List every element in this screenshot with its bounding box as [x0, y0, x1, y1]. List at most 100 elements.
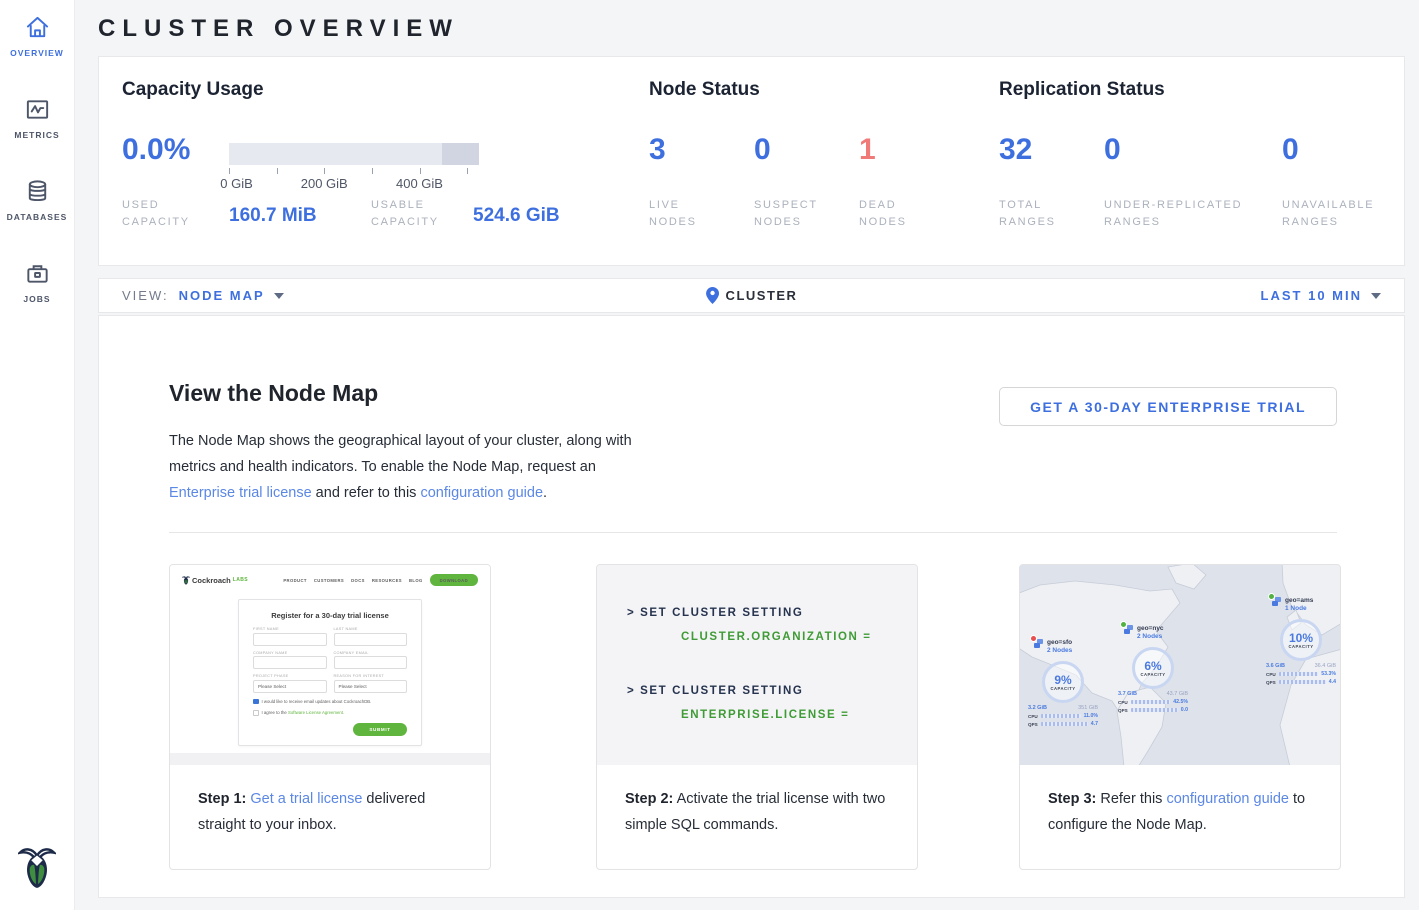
sidebar-item-metrics[interactable]: METRICS — [0, 96, 75, 178]
capacity-percent: 0.0% — [122, 133, 190, 167]
metrics-icon — [24, 96, 51, 123]
live-nodes-label: LIVENODES — [649, 197, 759, 231]
enterprise-trial-license-link[interactable]: Enterprise trial license — [169, 485, 312, 501]
replication-status-title: Replication Status — [999, 79, 1165, 101]
screenshot-input — [253, 633, 327, 646]
step-3-node-map-preview: geo=sfo2 Nodes 9%CAPACITY 3.2 GiB351 GiB… — [1020, 565, 1340, 765]
suspect-nodes-value: 0 — [754, 133, 771, 167]
sidebar: OVERVIEW METRICS DATABASES JOBS — [0, 0, 75, 910]
cluster-breadcrumb-label: CLUSTER — [726, 288, 798, 303]
time-range-dropdown[interactable]: LAST 10 MIN — [1261, 288, 1404, 303]
capacity-usage-title: Capacity Usage — [122, 79, 264, 101]
screenshot-brand: Cockroach LABS — [182, 575, 248, 585]
sidebar-item-label: METRICS — [14, 130, 59, 140]
screenshot-download-button: DOWNLOAD — [430, 574, 478, 586]
step-3-card: geo=sfo2 Nodes 9%CAPACITY 3.2 GiB351 GiB… — [1019, 564, 1341, 870]
map-node-sfo: geo=sfo2 Nodes — [1034, 639, 1072, 655]
section-heading: View the Node Map — [169, 380, 378, 407]
screenshot-input — [334, 656, 408, 669]
view-value: NODE MAP — [179, 288, 265, 303]
step-2-sql-block: > SET CLUSTER SETTING CLUSTER.ORGANIZATI… — [597, 565, 917, 765]
axis-tick-label: 200 GiB — [301, 176, 348, 191]
briefcase-icon — [24, 260, 51, 287]
sidebar-item-databases[interactable]: DATABASES — [0, 178, 75, 260]
screenshot-checkbox-empty — [253, 710, 259, 716]
capacity-bar-chart: 0 GiB 200 GiB 400 GiB — [229, 143, 479, 192]
unavailable-ranges-value: 0 — [1282, 133, 1299, 167]
screenshot-checkbox-checked — [253, 699, 259, 705]
capacity-bar — [229, 143, 479, 165]
axis-tick-label: 0 GiB — [220, 176, 253, 191]
sidebar-item-overview[interactable]: OVERVIEW — [0, 14, 75, 96]
cluster-summary-card: Capacity Usage 0.0% 0 GiB 200 GiB 400 Gi… — [98, 56, 1405, 266]
location-pin-icon — [706, 287, 719, 304]
map-gauge-sfo: 9%CAPACITY 3.2 GiB351 GiB CPU11.0% QPS4.… — [1026, 661, 1100, 727]
screenshot-select: Please Select — [334, 680, 408, 693]
screenshot-nav: PRODUCT CUSTOMERS DOCS RESOURCES BLOG DO… — [283, 574, 478, 586]
screenshot-input — [253, 656, 327, 669]
get-trial-license-link[interactable]: Get a trial license — [250, 791, 362, 807]
total-ranges-label: TOTALRANGES — [999, 197, 1109, 231]
capacity-axis-labels: 0 GiB 200 GiB 400 GiB — [229, 176, 479, 192]
dead-nodes-label: DEADNODES — [859, 197, 969, 231]
sql-setting: ENTERPRISE.LICENSE = — [681, 709, 849, 721]
usable-capacity-value: 524.6 GiB — [473, 205, 560, 227]
total-ranges-value: 32 — [999, 133, 1032, 167]
step-2-caption: Step 2: Activate the trial license with … — [597, 765, 917, 838]
view-bar: VIEW: NODE MAP CLUSTER LAST 10 MIN — [98, 278, 1405, 313]
main-content: CLUSTER OVERVIEW Capacity Usage 0.0% 0 G… — [75, 0, 1419, 910]
screenshot-submit-button: SUBMIT — [353, 723, 407, 736]
node-status-title: Node Status — [649, 79, 760, 101]
sql-setting: CLUSTER.ORGANIZATION = — [681, 631, 872, 643]
status-dot-green — [1120, 621, 1127, 628]
step-3-caption: Step 3: Refer this configuration guide t… — [1020, 765, 1340, 838]
section-description: The Node Map shows the geographical layo… — [169, 428, 644, 506]
map-gauge-ams: 10%CAPACITY 3.6 GiB36.4 GiB CPU53.3% QPS… — [1264, 619, 1338, 685]
screenshot-site-header: Cockroach LABS PRODUCT CUSTOMERS DOCS RE… — [170, 565, 490, 586]
cockroach-bug-icon — [182, 575, 190, 585]
sql-prompt: > SET CLUSTER SETTING — [627, 607, 803, 619]
used-capacity-label: USED CAPACITY — [122, 197, 232, 231]
used-capacity-value: 160.7 MiB — [229, 205, 317, 227]
database-icon — [24, 178, 51, 205]
divider — [169, 532, 1337, 533]
usable-capacity-label: USABLE CAPACITY — [371, 197, 481, 231]
screenshot-input — [334, 633, 408, 646]
configuration-guide-link-2[interactable]: configuration guide — [1166, 791, 1289, 807]
sql-prompt: > SET CLUSTER SETTING — [627, 685, 803, 697]
chevron-down-icon — [274, 293, 284, 299]
under-replicated-value: 0 — [1104, 133, 1121, 167]
configuration-guide-link[interactable]: configuration guide — [420, 485, 543, 501]
capacity-bar-used-segment — [442, 143, 479, 165]
sidebar-item-label: DATABASES — [7, 212, 68, 222]
step-1-screenshot: Cockroach LABS PRODUCT CUSTOMERS DOCS RE… — [170, 565, 490, 765]
screenshot-register-form: Register for a 30-day trial license FIRS… — [238, 599, 422, 746]
enterprise-trial-button[interactable]: GET A 30-DAY ENTERPRISE TRIAL — [999, 387, 1337, 426]
cockroachdb-logo — [18, 843, 56, 894]
page-title: CLUSTER OVERVIEW — [98, 0, 1405, 56]
chevron-down-icon — [1371, 293, 1381, 299]
dead-nodes-value: 1 — [859, 133, 876, 167]
home-icon — [24, 14, 51, 41]
screenshot-form-title: Register for a 30-day trial license — [239, 611, 421, 620]
step-1-card: Cockroach LABS PRODUCT CUSTOMERS DOCS RE… — [169, 564, 491, 870]
suspect-nodes-label: SUSPECTNODES — [754, 197, 864, 231]
node-map-section: View the Node Map GET A 30-DAY ENTERPRIS… — [98, 315, 1405, 898]
cluster-breadcrumb[interactable]: CLUSTER — [706, 287, 798, 304]
capacity-axis-ticks — [229, 168, 479, 175]
status-dot-green — [1268, 593, 1275, 600]
screenshot-select: Please Select — [253, 680, 327, 693]
step-2-card: > SET CLUSTER SETTING CLUSTER.ORGANIZATI… — [596, 564, 918, 870]
sidebar-item-label: JOBS — [23, 294, 50, 304]
live-nodes-value: 3 — [649, 133, 666, 167]
map-gauge-nyc: 6%CAPACITY 3.7 GiB43.7 GiB CPU42.5% QPS0… — [1116, 647, 1190, 713]
sidebar-item-jobs[interactable]: JOBS — [0, 260, 75, 342]
step-1-caption: Step 1: Get a trial license delivered st… — [170, 765, 490, 838]
map-node-ams: geo=ams1 Node — [1272, 597, 1313, 613]
sidebar-item-label: OVERVIEW — [10, 48, 64, 58]
time-range-value: LAST 10 MIN — [1261, 288, 1362, 303]
screenshot-footer — [170, 753, 490, 765]
under-replicated-label: UNDER-REPLICATEDRANGES — [1104, 197, 1264, 231]
view-dropdown[interactable]: VIEW: NODE MAP — [99, 288, 284, 303]
unavailable-ranges-label: UNAVAILABLERANGES — [1282, 197, 1419, 231]
